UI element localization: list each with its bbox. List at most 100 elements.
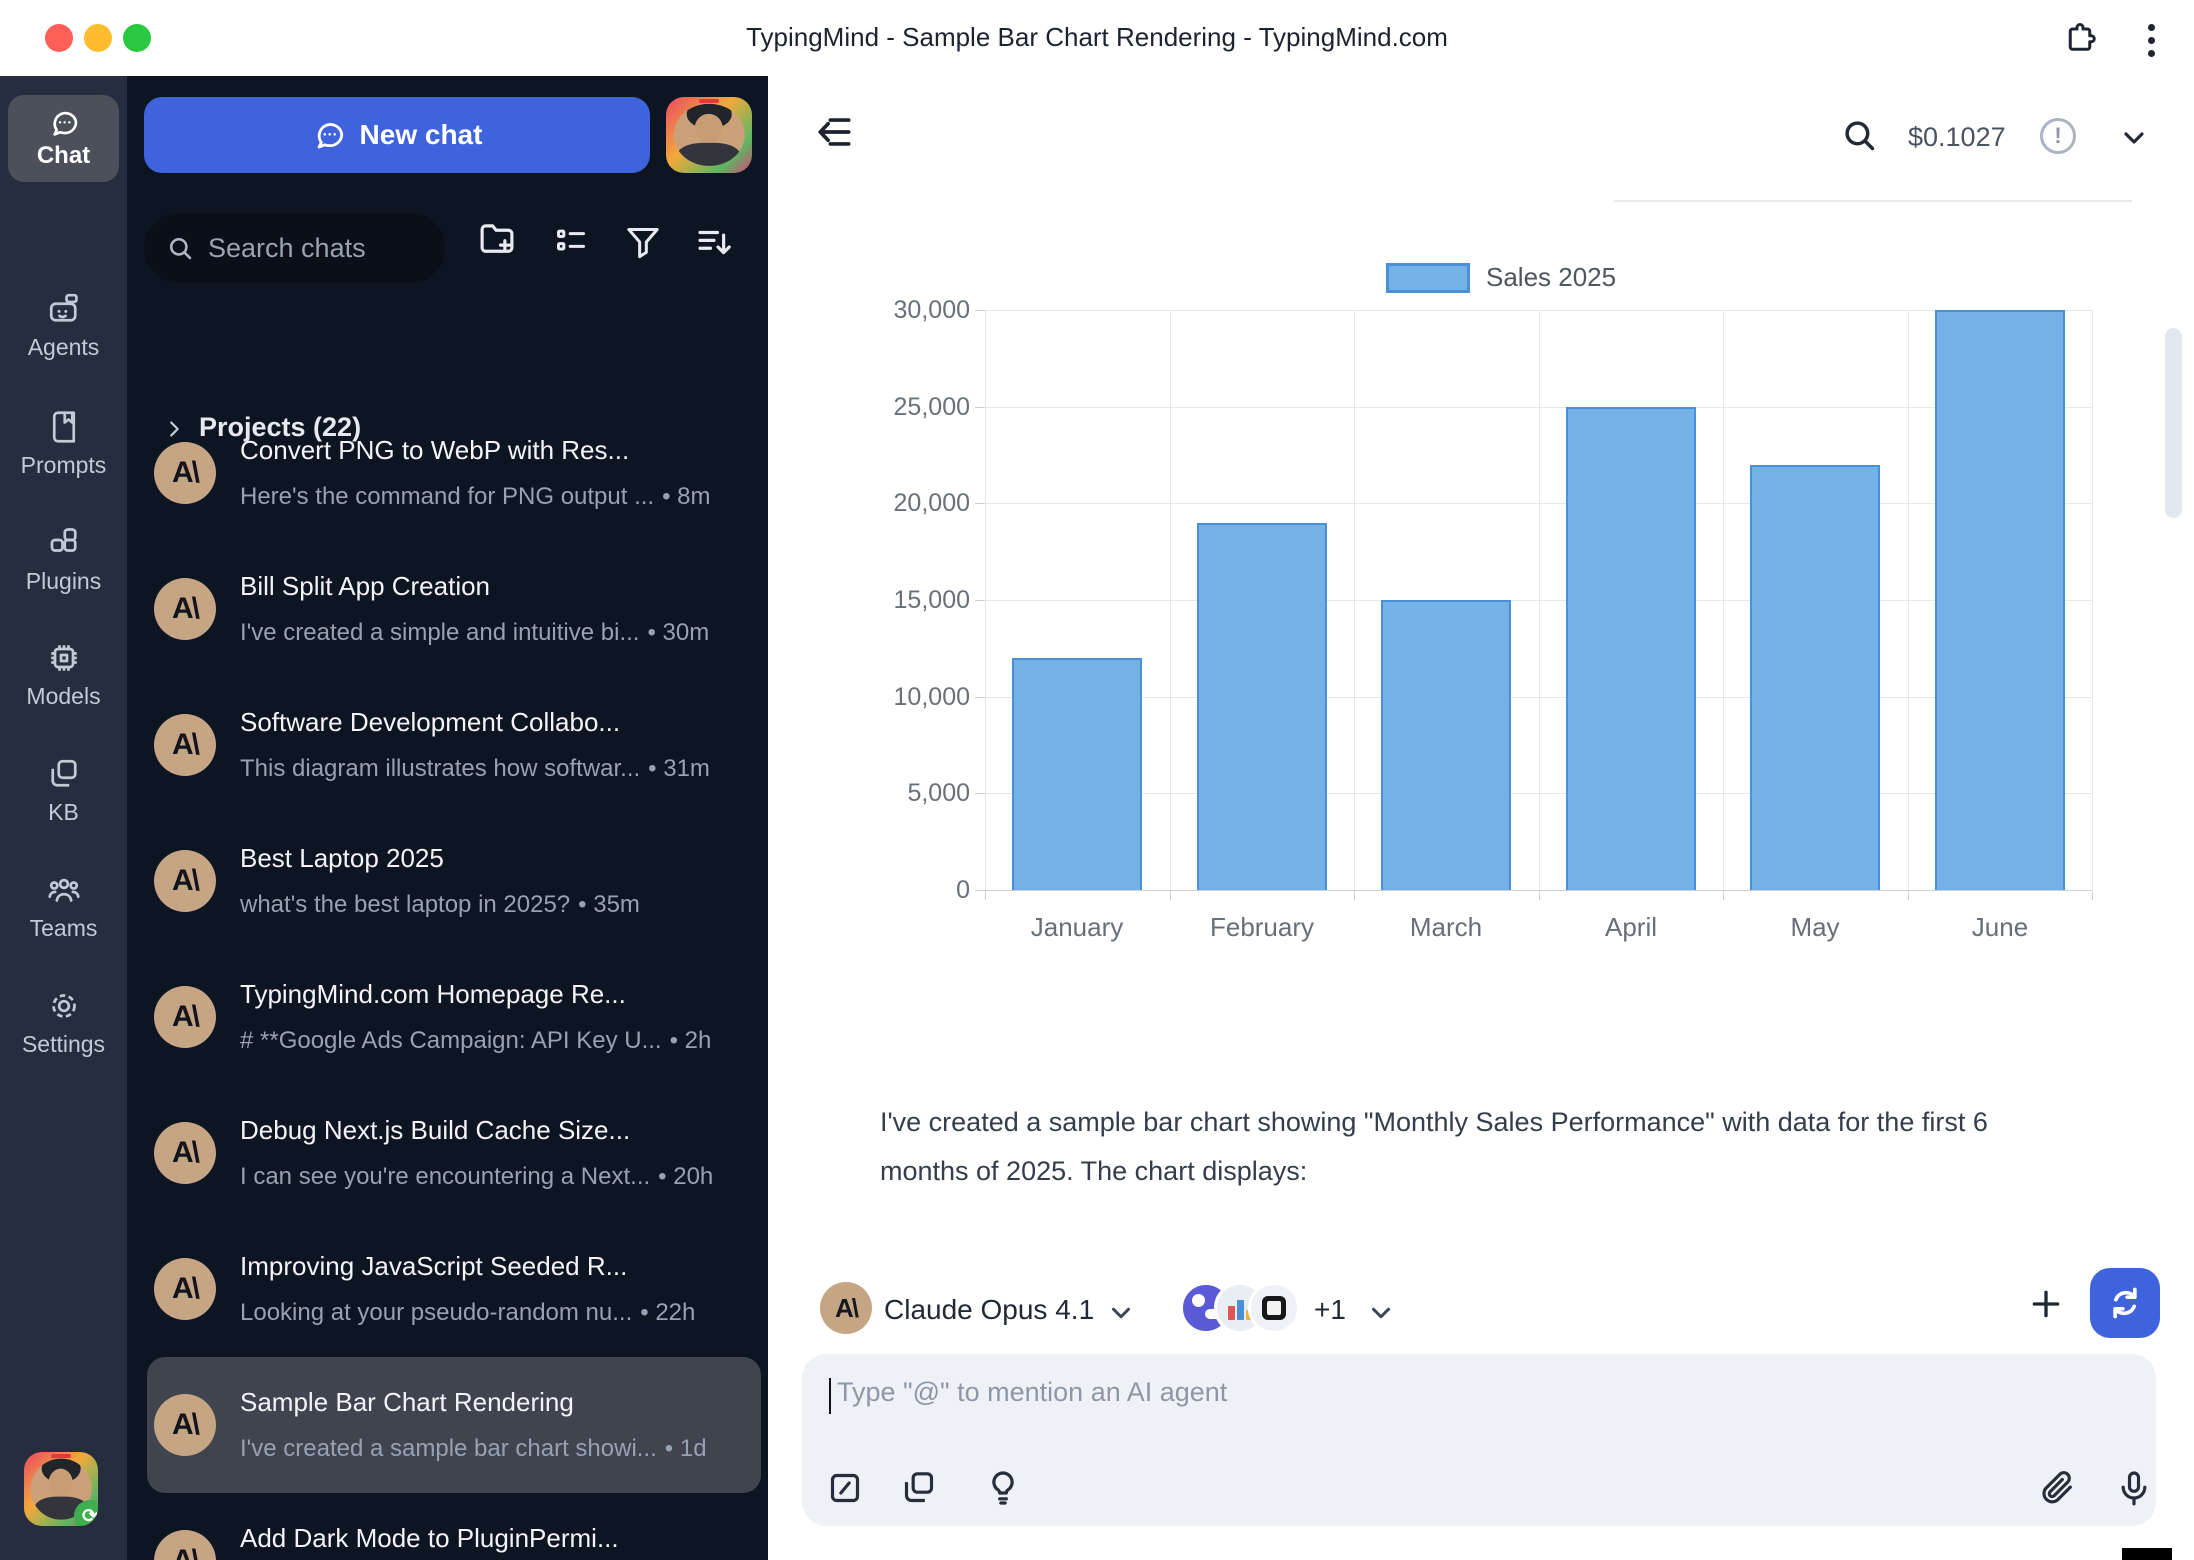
assistant-avatar: A\	[154, 714, 216, 776]
search-chats-input[interactable]	[206, 232, 420, 265]
sort-button[interactable]	[693, 222, 735, 264]
cost-info-icon[interactable]: !	[2040, 118, 2076, 154]
y-axis-tick	[975, 793, 985, 794]
x-axis-tick	[1539, 891, 1540, 900]
lightbulb-icon[interactable]	[983, 1468, 1023, 1508]
add-button[interactable]	[2026, 1284, 2066, 1324]
plugins-more-count[interactable]: +1	[1314, 1294, 1346, 1326]
chat-list-item[interactable]: A\ Improving JavaScript Seeded R... Look…	[147, 1221, 761, 1357]
assistant-avatar: A\	[154, 1122, 216, 1184]
fps-overlay	[51, 1454, 71, 1458]
sidebar-item-models[interactable]: Models	[0, 640, 127, 710]
x-axis-label: March	[1410, 912, 1482, 943]
fps-overlay	[699, 99, 719, 103]
sidebar-item-prompts[interactable]: Prompts	[0, 409, 127, 479]
y-axis-label: 5,000	[880, 779, 970, 808]
bar-chart[interactable]: 05,00010,00015,00020,00025,00030,000Janu…	[985, 310, 2092, 890]
search-chats-field[interactable]	[144, 213, 445, 283]
window-title: TypingMind - Sample Bar Chart Rendering …	[0, 22, 2194, 53]
gear-icon	[46, 988, 82, 1024]
assistant-avatar: A\	[154, 1530, 216, 1560]
header-divider	[1614, 200, 2132, 202]
chat-list-item[interactable]: A\ Bill Split App Creation I've created …	[147, 541, 761, 677]
sidebar-item-plugins[interactable]: Plugins	[0, 525, 127, 595]
assistant-avatar: A\	[154, 1258, 216, 1320]
sidebar-item-chat[interactable]: Chat	[8, 95, 119, 182]
message-composer[interactable]	[802, 1354, 2156, 1526]
plugin-avatar[interactable]	[1248, 1282, 1300, 1334]
sidebar-item-settings[interactable]: Settings	[0, 988, 127, 1058]
scrollbar[interactable]	[2165, 328, 2182, 518]
filter-button[interactable]	[623, 222, 663, 262]
assistant-message-text: I've created a sample bar chart showing …	[880, 1098, 1988, 1196]
legend-swatch	[1386, 263, 1470, 293]
assistant-avatar: A\	[154, 1394, 216, 1456]
y-axis-label: 0	[880, 876, 970, 905]
x-axis-label: May	[1790, 912, 1839, 943]
message-input[interactable]	[835, 1376, 1739, 1409]
conversation-cost[interactable]: $0.1027	[1908, 122, 2006, 153]
chevron-down-icon[interactable]	[1366, 1298, 1396, 1328]
x-axis-tick	[1723, 891, 1724, 900]
browser-menu-icon[interactable]	[2148, 18, 2156, 63]
gridline	[2092, 310, 2093, 890]
chart-legend[interactable]: Sales 2025	[1386, 262, 1616, 293]
y-axis-tick	[975, 503, 985, 504]
regenerate-button[interactable]	[2090, 1268, 2160, 1338]
titlebar: TypingMind - Sample Bar Chart Rendering …	[0, 0, 2194, 76]
y-axis-tick	[975, 890, 985, 891]
chat-list-item[interactable]: A\ Add Dark Mode to PluginPermi...	[147, 1493, 761, 1560]
gridline	[1354, 310, 1355, 890]
conversation-pane: $0.1027 ! Sales 2025 05,00010,00015,0002…	[768, 76, 2194, 1560]
chat-bubble-icon	[48, 107, 80, 139]
sidebar-collapse-button[interactable]	[812, 110, 856, 154]
text-caret	[829, 1378, 831, 1414]
bar-april	[1566, 407, 1696, 890]
y-axis-label: 30,000	[880, 296, 970, 325]
chat-list-item[interactable]: A\ TypingMind.com Homepage Re... # **Goo…	[147, 949, 761, 1085]
x-axis-tick	[1354, 891, 1355, 900]
search-conversation-icon[interactable]	[1840, 116, 1878, 154]
chevron-down-icon[interactable]	[2118, 122, 2150, 154]
bar-may	[1750, 465, 1880, 890]
assistant-avatar: A\	[154, 850, 216, 912]
x-axis-tick	[1908, 891, 1909, 900]
pages-icon[interactable]	[899, 1468, 939, 1508]
chat-list-item[interactable]: A\ Best Laptop 2025 what's the best lapt…	[147, 813, 761, 949]
user-avatar[interactable]: ⟳	[24, 1452, 98, 1526]
gridline	[985, 310, 986, 890]
model-selector[interactable]: Claude Opus 4.1	[884, 1294, 1094, 1326]
chat-list-item-selected[interactable]: A\ Sample Bar Chart Rendering I've creat…	[147, 1357, 761, 1493]
sync-icon	[2105, 1283, 2145, 1323]
microphone-icon[interactable]	[2114, 1468, 2154, 1508]
y-axis-label: 10,000	[880, 683, 970, 712]
assistant-avatar: A\	[154, 442, 216, 504]
prompt-library-icon[interactable]	[825, 1468, 865, 1508]
browser-extension-icon[interactable]	[2062, 20, 2098, 56]
user-avatar[interactable]	[666, 97, 752, 173]
bar-march	[1381, 600, 1511, 890]
gridline	[1170, 310, 1171, 890]
y-axis-label: 15,000	[880, 586, 970, 615]
chevron-down-icon[interactable]	[1106, 1298, 1136, 1328]
sidebar-item-kb[interactable]: KB	[0, 756, 127, 826]
gridline	[1723, 310, 1724, 890]
chat-bubble-icon	[312, 118, 346, 152]
sidebar-item-agents[interactable]: Agents	[0, 291, 127, 361]
nav-rail: Chat Agents Prompts Plugins	[0, 76, 127, 1560]
new-folder-button[interactable]	[476, 218, 518, 260]
gridline	[1539, 310, 1540, 890]
chat-list-item[interactable]: A\ Software Development Collabo... This …	[147, 677, 761, 813]
new-chat-button[interactable]: New chat	[144, 97, 650, 173]
chat-list-item[interactable]: A\ Debug Next.js Build Cache Size... I c…	[147, 1085, 761, 1221]
y-axis-tick	[975, 407, 985, 408]
assistant-avatar: A\	[154, 986, 216, 1048]
y-axis-label: 20,000	[880, 489, 970, 518]
sidebar-item-teams[interactable]: Teams	[0, 872, 127, 942]
y-axis-tick	[975, 310, 985, 311]
screen-artifact	[2122, 1548, 2172, 1560]
bulk-select-button[interactable]	[551, 222, 591, 262]
attachment-icon[interactable]	[2037, 1468, 2077, 1508]
bar-february	[1197, 523, 1327, 890]
chat-list-item[interactable]: A\ Convert PNG to WebP with Res... Here'…	[147, 405, 761, 541]
